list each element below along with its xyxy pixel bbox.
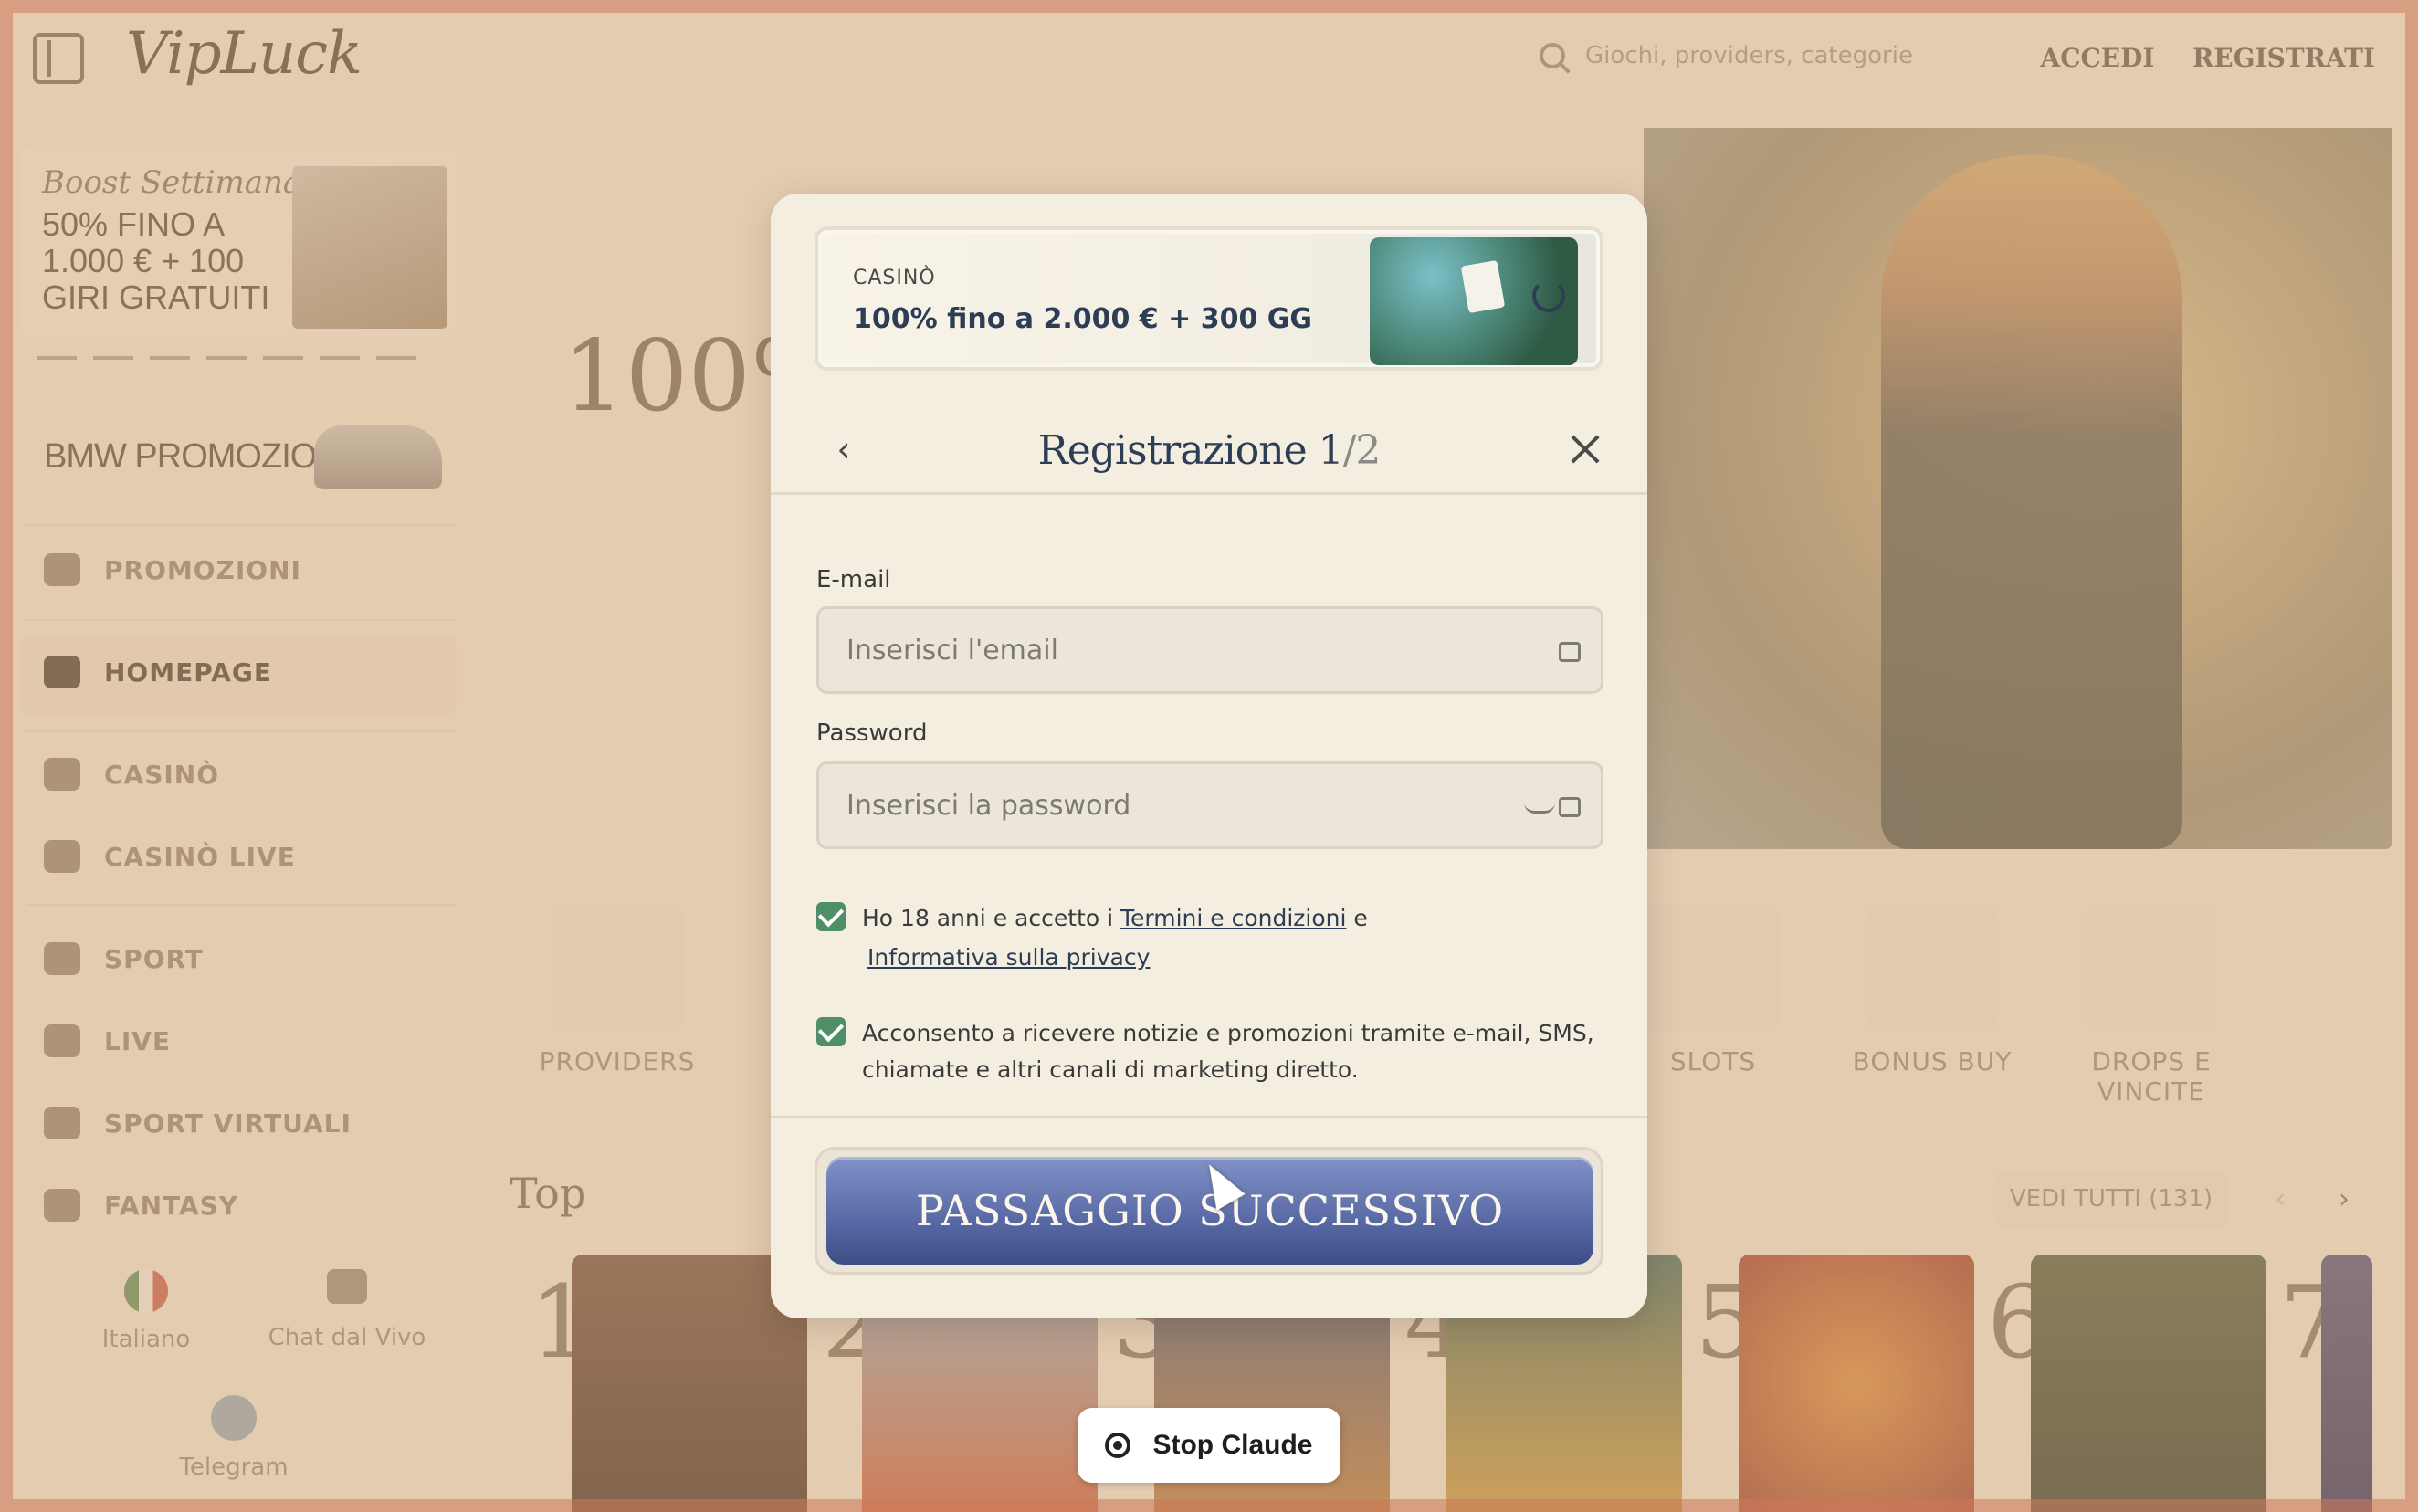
email-input[interactable] bbox=[846, 634, 1522, 667]
terms-consent-row: Ho 18 anni e accetto i Termini e condizi… bbox=[816, 900, 1603, 937]
terms-checkbox[interactable] bbox=[816, 902, 846, 931]
terms-link[interactable]: Termini e condizioni bbox=[1120, 905, 1346, 931]
autofill-key-icon[interactable] bbox=[1559, 797, 1581, 817]
autofill-key-icon[interactable] bbox=[1559, 642, 1581, 662]
terms-text: Ho 18 anni e accetto i Termini e condizi… bbox=[862, 905, 1368, 931]
password-input[interactable] bbox=[846, 789, 1522, 822]
marketing-text: Acconsento a ricevere notizie e promozio… bbox=[862, 1020, 1594, 1083]
marketing-checkbox[interactable] bbox=[816, 1017, 846, 1046]
bonus-banner[interactable]: CASINÒ 100% fino a 2.000 € + 300 GG bbox=[815, 226, 1603, 371]
refresh-icon[interactable] bbox=[1532, 279, 1565, 312]
email-label: E-mail bbox=[816, 566, 891, 593]
modal-header: ‹ Registrazione 1/2 bbox=[771, 404, 1647, 495]
stop-record-icon bbox=[1105, 1433, 1131, 1458]
modal-divider bbox=[771, 1116, 1647, 1118]
registration-modal: CASINÒ 100% fino a 2.000 € + 300 GG ‹ Re… bbox=[771, 194, 1647, 1318]
password-field[interactable] bbox=[816, 761, 1603, 849]
stop-claude-button[interactable]: Stop Claude bbox=[1078, 1408, 1340, 1483]
modal-title: Registrazione 1/2 bbox=[1037, 427, 1382, 474]
password-label: Password bbox=[816, 719, 928, 747]
privacy-link[interactable]: Informativa sulla privacy bbox=[867, 944, 1150, 971]
email-field[interactable] bbox=[816, 606, 1603, 694]
hide-password-icon[interactable] bbox=[1524, 803, 1555, 814]
marketing-consent-row: Acconsento a ricevere notizie e promozio… bbox=[816, 1015, 1603, 1088]
banner-offer: 100% fino a 2.000 € + 300 GG bbox=[853, 303, 1313, 335]
banner-label: CASINÒ bbox=[853, 267, 936, 289]
close-icon[interactable] bbox=[1567, 431, 1603, 467]
